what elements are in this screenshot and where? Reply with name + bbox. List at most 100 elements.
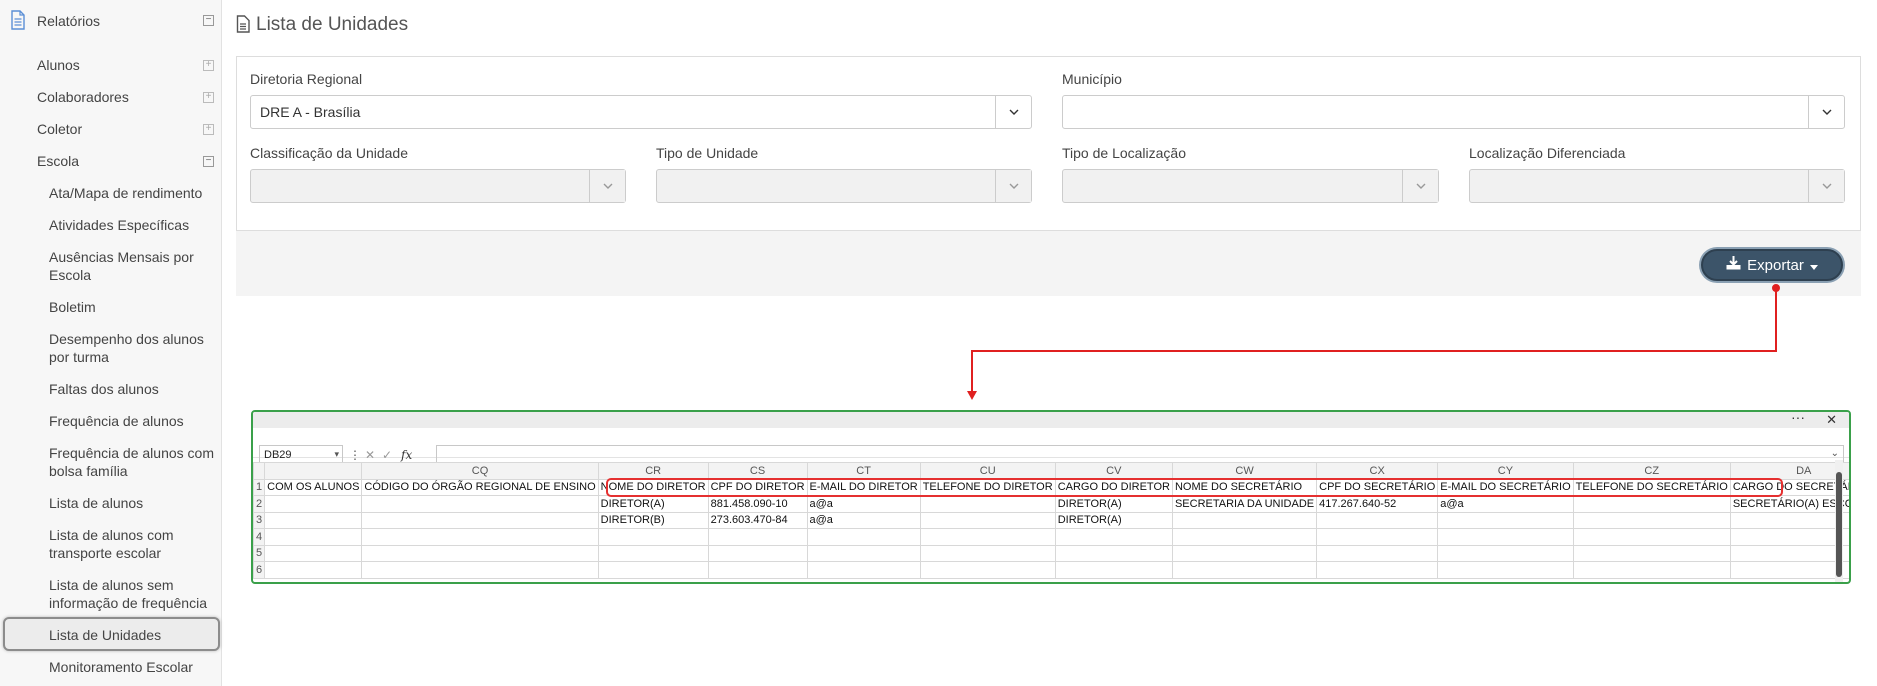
- table-cell[interactable]: [597, 561, 709, 579]
- classificacao-select[interactable]: [250, 169, 626, 203]
- table-cell[interactable]: COM OS ALUNOS: [264, 478, 363, 496]
- table-cell[interactable]: [806, 544, 921, 562]
- table-cell[interactable]: E-MAIL DO SECRETÁRIO: [1437, 478, 1574, 496]
- table-cell[interactable]: NOME DO SECRETÁRIO: [1171, 478, 1318, 496]
- table-cell[interactable]: CARGO DO SECRETÁRIO: [1729, 478, 1849, 496]
- table-cell[interactable]: [264, 495, 363, 513]
- municipio-select[interactable]: [1062, 95, 1845, 129]
- expand-icon[interactable]: +: [203, 124, 214, 135]
- collapse-icon[interactable]: −: [203, 15, 214, 26]
- function-icon[interactable]: fx: [401, 448, 412, 462]
- table-cell[interactable]: [264, 511, 363, 529]
- table-cell[interactable]: [1437, 544, 1574, 562]
- table-cell[interactable]: 273.603.470-84: [707, 511, 808, 529]
- column-header[interactable]: CY: [1437, 462, 1574, 480]
- table-cell[interactable]: a@a: [1437, 495, 1574, 513]
- scrollbar-thumb[interactable]: [1836, 472, 1842, 577]
- table-cell[interactable]: [707, 561, 808, 579]
- vertical-scrollbar[interactable]: [1835, 460, 1843, 582]
- table-cell[interactable]: [919, 495, 1056, 513]
- table-cell[interactable]: DIRETOR(A): [1054, 511, 1173, 529]
- table-cell[interactable]: [1054, 544, 1173, 562]
- column-header[interactable]: CW: [1171, 462, 1318, 480]
- table-cell[interactable]: SECRETÁRIO(A) ESCOLAR: [1729, 495, 1849, 513]
- column-header[interactable]: CT: [806, 462, 921, 480]
- table-cell[interactable]: [264, 528, 363, 546]
- table-cell[interactable]: [1572, 561, 1731, 579]
- table-cell[interactable]: [1572, 544, 1731, 562]
- table-cell[interactable]: [806, 528, 921, 546]
- corner-cell[interactable]: [253, 462, 266, 480]
- table-cell[interactable]: DIRETOR(A): [597, 495, 709, 513]
- table-cell[interactable]: DIRETOR(A): [1054, 495, 1173, 513]
- table-cell[interactable]: CARGO DO DIRETOR: [1054, 478, 1173, 496]
- table-cell[interactable]: a@a: [806, 511, 921, 529]
- table-cell[interactable]: TELEFONE DO DIRETOR: [919, 478, 1056, 496]
- tipo-localizacao-select[interactable]: [1062, 169, 1439, 203]
- diretoria-select[interactable]: DRE A - Brasília: [250, 95, 1032, 129]
- table-cell[interactable]: a@a: [806, 495, 921, 513]
- table-cell[interactable]: [1171, 544, 1318, 562]
- column-header[interactable]: CS: [707, 462, 808, 480]
- column-header[interactable]: DA: [1729, 462, 1849, 480]
- row-header[interactable]: 5: [253, 544, 266, 562]
- table-cell[interactable]: [1171, 528, 1318, 546]
- table-cell[interactable]: [1171, 511, 1318, 529]
- column-header[interactable]: CV: [1054, 462, 1173, 480]
- table-cell[interactable]: [919, 511, 1056, 529]
- cancel-icon[interactable]: ✕: [365, 448, 375, 462]
- table-cell[interactable]: [1572, 495, 1731, 513]
- more-options-icon[interactable]: ···: [1791, 412, 1805, 425]
- table-cell[interactable]: [1572, 528, 1731, 546]
- column-header[interactable]: CQ: [361, 462, 599, 480]
- column-header[interactable]: CR: [597, 462, 709, 480]
- table-cell[interactable]: [361, 561, 599, 579]
- row-header[interactable]: 6: [253, 561, 266, 579]
- table-cell[interactable]: [919, 561, 1056, 579]
- table-cell[interactable]: [264, 561, 363, 579]
- close-icon[interactable]: ✕: [1826, 412, 1837, 428]
- table-cell[interactable]: NOME DO DIRETOR: [597, 478, 709, 496]
- table-cell[interactable]: [1729, 561, 1849, 579]
- table-cell[interactable]: [806, 561, 921, 579]
- table-cell[interactable]: 417.267.640-52: [1316, 495, 1439, 513]
- table-cell[interactable]: [1437, 528, 1574, 546]
- table-cell[interactable]: [361, 511, 599, 529]
- table-cell[interactable]: [919, 528, 1056, 546]
- column-header[interactable]: CZ: [1572, 462, 1731, 480]
- table-cell[interactable]: [1437, 511, 1574, 529]
- table-cell[interactable]: CPF DO DIRETOR: [707, 478, 808, 496]
- column-header[interactable]: CU: [919, 462, 1056, 480]
- table-cell[interactable]: [1054, 528, 1173, 546]
- row-header[interactable]: 3: [253, 511, 266, 529]
- export-button[interactable]: Exportar: [1701, 249, 1843, 281]
- table-cell[interactable]: CPF DO SECRETÁRIO: [1316, 478, 1439, 496]
- tipo-unidade-select[interactable]: [656, 169, 1032, 203]
- row-header[interactable]: 1: [253, 478, 266, 496]
- table-cell[interactable]: [1316, 561, 1439, 579]
- sidebar-item-relatorios[interactable]: Relatórios −: [0, 10, 222, 36]
- spreadsheet-grid[interactable]: CQ CR CS CT CU CV CW CX CY CZ DA DB 1COM…: [253, 462, 1849, 579]
- table-cell[interactable]: [1316, 528, 1439, 546]
- table-cell[interactable]: [1316, 544, 1439, 562]
- table-cell[interactable]: 881.458.090-10: [707, 495, 808, 513]
- table-cell[interactable]: [597, 544, 709, 562]
- column-header[interactable]: [264, 462, 363, 480]
- column-header[interactable]: CX: [1316, 462, 1439, 480]
- table-cell[interactable]: [707, 528, 808, 546]
- table-cell[interactable]: SECRETARIA DA UNIDADE: [1171, 495, 1318, 513]
- table-cell[interactable]: [1437, 561, 1574, 579]
- table-cell[interactable]: [1316, 511, 1439, 529]
- table-cell[interactable]: [264, 544, 363, 562]
- table-cell[interactable]: [1171, 561, 1318, 579]
- table-cell[interactable]: [919, 544, 1056, 562]
- table-cell[interactable]: E-MAIL DO DIRETOR: [806, 478, 921, 496]
- table-cell[interactable]: [1729, 511, 1849, 529]
- table-cell[interactable]: [361, 528, 599, 546]
- table-cell[interactable]: [1729, 528, 1849, 546]
- localizacao-dif-select[interactable]: [1469, 169, 1845, 203]
- table-cell[interactable]: CÓDIGO DO ÓRGÃO REGIONAL DE ENSINO: [361, 478, 599, 496]
- table-cell[interactable]: [361, 544, 599, 562]
- expand-icon[interactable]: +: [203, 60, 214, 71]
- table-cell[interactable]: [1729, 544, 1849, 562]
